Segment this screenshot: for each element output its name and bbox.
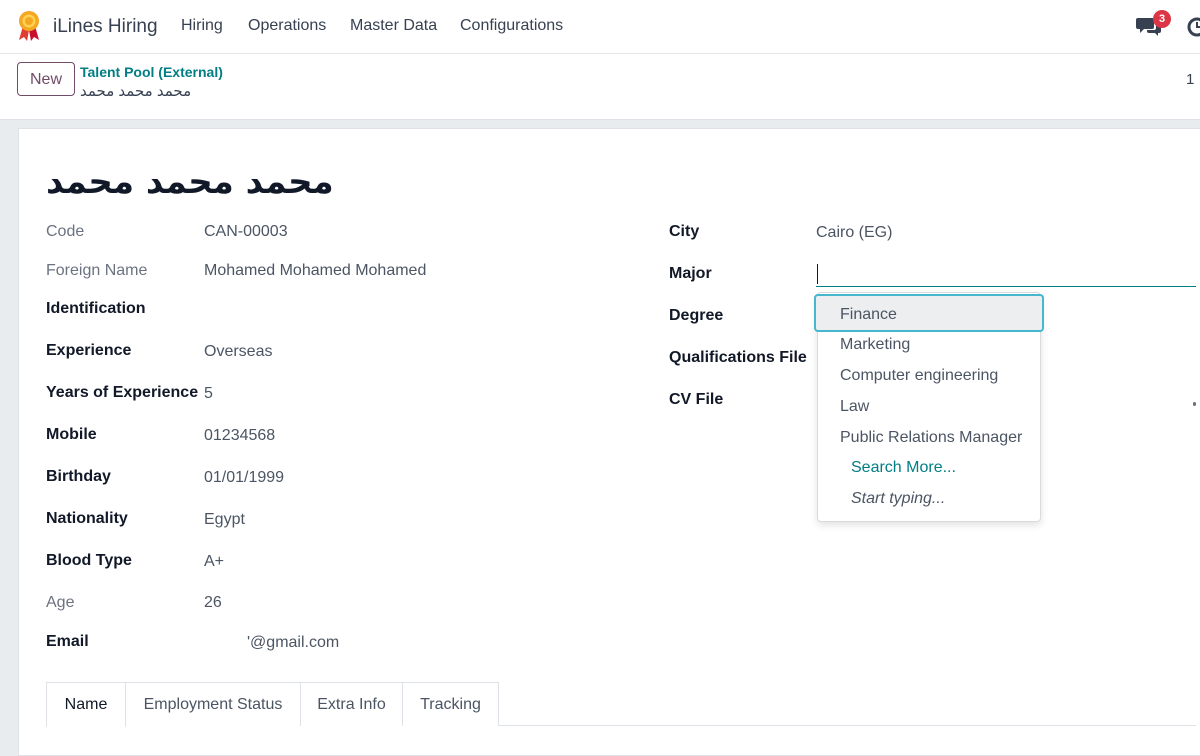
degree-label: Degree <box>669 307 724 324</box>
major-label: Major <box>669 265 712 282</box>
nationality-label: Nationality <box>46 510 128 527</box>
text-caret <box>817 264 818 284</box>
mobile-label: Mobile <box>46 426 97 443</box>
tab-name[interactable]: Name <box>46 682 126 727</box>
tab-tracking[interactable]: Tracking <box>402 682 499 726</box>
foreign-name-label: Foreign Name <box>46 262 148 279</box>
email-value[interactable]: '@gmail.com <box>247 634 339 652</box>
birthday-label: Birthday <box>46 468 111 485</box>
pager-value[interactable]: 1 <box>1186 71 1194 88</box>
major-input[interactable] <box>816 261 1196 287</box>
blood-type-value[interactable]: A+ <box>204 553 224 571</box>
tab-employment-status[interactable]: Employment Status <box>125 682 301 726</box>
menu-master-data[interactable]: Master Data <box>350 17 437 35</box>
years-of-experience-label: Years of Experience <box>46 384 199 401</box>
breadcrumb-talent-pool[interactable]: Talent Pool (External) <box>80 64 223 80</box>
experience-value[interactable]: Overseas <box>204 343 272 361</box>
city-value[interactable]: Cairo (EG) <box>816 224 892 242</box>
email-label: Email <box>46 633 89 650</box>
tab-extra-info[interactable]: Extra Info <box>300 682 403 726</box>
clock-icon[interactable] <box>1186 16 1200 38</box>
menu-configurations[interactable]: Configurations <box>460 17 563 35</box>
dropdown-item-finance[interactable]: Finance <box>840 306 897 324</box>
control-panel: New Talent Pool (External) محمد محمد محم… <box>0 54 1200 154</box>
dropdown-item-law[interactable]: Law <box>840 398 869 416</box>
dropdown-start-typing: Start typing... <box>851 490 946 507</box>
code-value: CAN-00003 <box>204 223 288 240</box>
chat-count-badge: 3 <box>1153 10 1171 28</box>
city-label: City <box>669 223 700 240</box>
dropdown-item-marketing[interactable]: Marketing <box>840 336 910 354</box>
identification-label: Identification <box>46 300 146 317</box>
dropdown-item-computer-engineering[interactable]: Computer engineering <box>840 367 998 385</box>
menu-operations[interactable]: Operations <box>248 17 326 35</box>
app-name[interactable]: iLines Hiring <box>53 16 158 38</box>
award-ribbon-icon[interactable] <box>16 10 42 42</box>
dropdown-search-more[interactable]: Search More... <box>851 459 956 477</box>
dropdown-item-public-relations-manager[interactable]: Public Relations Manager <box>840 429 1022 447</box>
birthday-value[interactable]: 01/01/1999 <box>204 469 284 487</box>
age-label: Age <box>46 594 75 611</box>
age-value: 26 <box>204 594 222 611</box>
years-of-experience-value[interactable]: 5 <box>204 385 213 403</box>
record-title: محمد محمد محمد <box>46 162 334 202</box>
new-button[interactable]: New <box>17 62 75 96</box>
qualifications-file-label: Qualifications File <box>669 349 807 366</box>
menu-hiring[interactable]: Hiring <box>181 17 223 35</box>
code-label: Code <box>46 223 85 240</box>
blood-type-label: Blood Type <box>46 552 132 569</box>
cv-file-label: CV File <box>669 391 724 408</box>
cv-file-field-edge <box>1193 402 1196 406</box>
foreign-name-value[interactable]: Mohamed Mohamed Mohamed <box>204 262 426 280</box>
nationality-value[interactable]: Egypt <box>204 511 245 529</box>
mobile-value[interactable]: 01234568 <box>204 427 275 445</box>
top-navbar: iLines Hiring Hiring Operations Master D… <box>0 0 1200 54</box>
experience-label: Experience <box>46 342 132 359</box>
breadcrumb-current-record: محمد محمد محمد <box>80 83 192 100</box>
